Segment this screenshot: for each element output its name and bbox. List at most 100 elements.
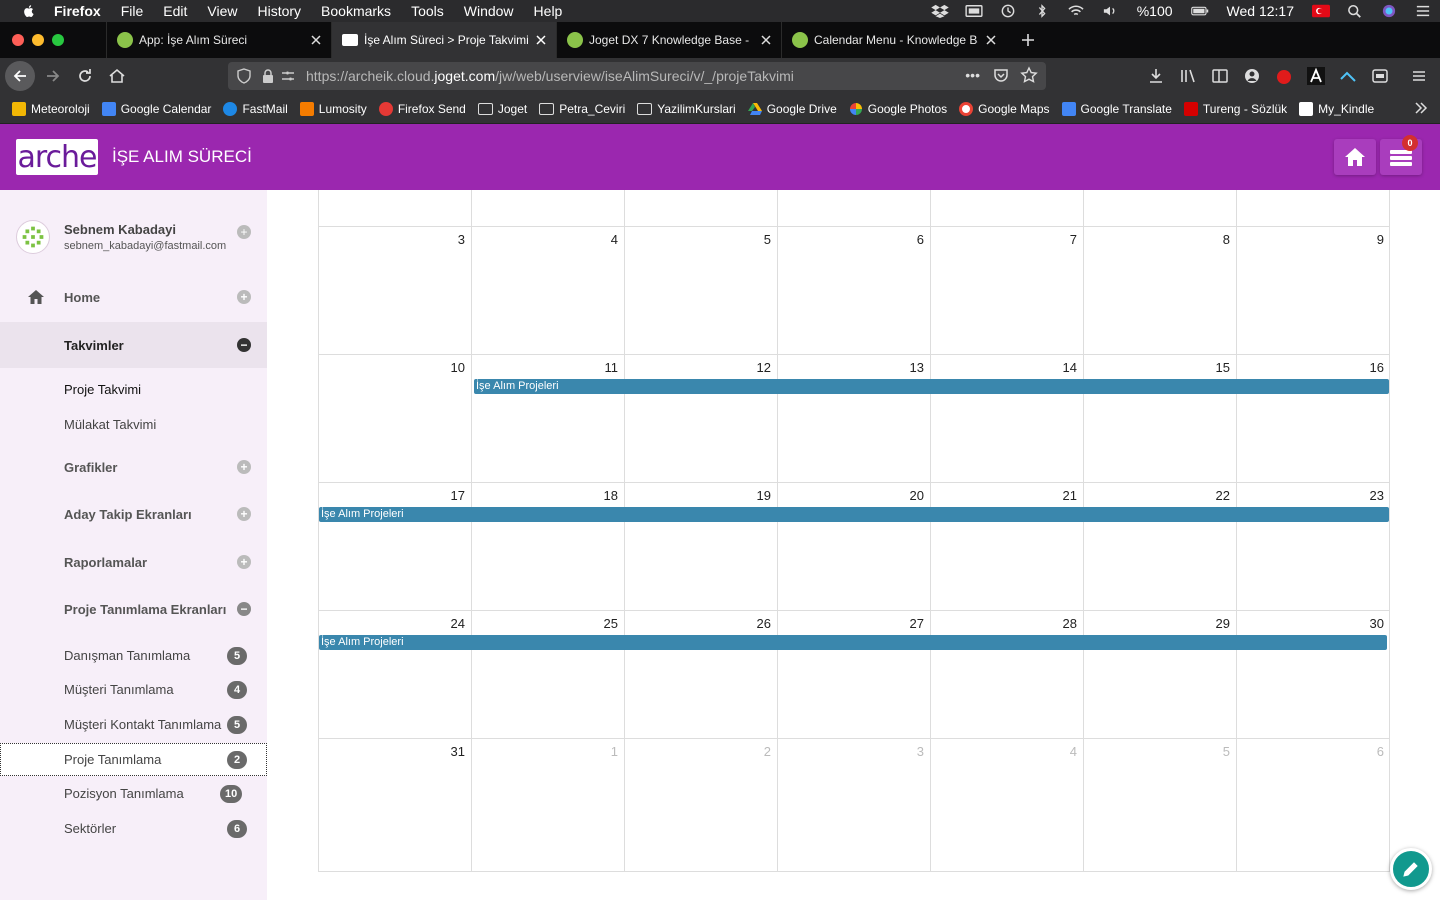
- calendar-day-cell[interactable]: 1: [472, 739, 625, 872]
- close-tab-icon[interactable]: [534, 33, 548, 47]
- calendar-event[interactable]: İşe Alım Projeleri: [319, 507, 1389, 522]
- permissions-icon[interactable]: [280, 68, 296, 84]
- avatar[interactable]: [16, 220, 50, 254]
- hamburger-menu-icon[interactable]: [1410, 67, 1428, 85]
- day-number[interactable]: 9: [1377, 232, 1384, 247]
- expand-icon[interactable]: +: [237, 555, 251, 569]
- sidebar-item-musteri-kontakt-tanimlama[interactable]: Müşteri Kontakt Tanımlama 5: [0, 708, 267, 742]
- day-number[interactable]: 5: [1223, 744, 1230, 759]
- bookmark-folder-joget[interactable]: Joget: [477, 102, 527, 116]
- calendar-day-cell[interactable]: 5: [1084, 739, 1237, 872]
- sidebar-item-proje-takvimi[interactable]: Proje Takvimi: [0, 373, 267, 407]
- header-menu-button[interactable]: 0: [1380, 135, 1422, 175]
- day-number[interactable]: 4: [1070, 744, 1077, 759]
- day-number[interactable]: 21: [1063, 488, 1077, 503]
- siri-icon[interactable]: [1380, 4, 1398, 18]
- close-tab-icon[interactable]: [759, 33, 773, 47]
- expand-icon[interactable]: +: [237, 507, 251, 521]
- calendar-day-cell[interactable]: 3: [778, 739, 931, 872]
- day-number[interactable]: 24: [451, 616, 465, 631]
- forward-button[interactable]: [39, 62, 67, 90]
- lock-icon[interactable]: [260, 68, 276, 84]
- calendar-day-cell[interactable]: [319, 190, 472, 226]
- app-title[interactable]: İŞE ALIM SÜRECİ: [112, 147, 252, 167]
- downloads-icon[interactable]: [1147, 67, 1165, 85]
- bookmark-fastmail[interactable]: FastMail: [223, 101, 288, 116]
- user-profile[interactable]: Sebnem Kabadayi sebnem_kabadayi@fastmail…: [16, 216, 256, 266]
- calendar-day-cell[interactable]: 28: [931, 611, 1084, 738]
- bookmark-google-maps[interactable]: Google Maps: [959, 101, 1050, 116]
- calendar-day-cell[interactable]: 23: [1237, 483, 1390, 610]
- sidebar-toggle-icon[interactable]: [1211, 67, 1229, 85]
- tab-app-ise-alim[interactable]: App: İşe Alım Süreci: [106, 22, 331, 58]
- calendar-day-cell[interactable]: 8: [1084, 227, 1237, 354]
- clock[interactable]: Wed 12:17: [1227, 3, 1294, 19]
- chevron-double-right-icon[interactable]: [1414, 101, 1428, 115]
- sidebar-group-grafikler[interactable]: Grafikler +: [0, 444, 267, 490]
- day-number[interactable]: 8: [1223, 232, 1230, 247]
- reload-button[interactable]: [71, 62, 99, 90]
- volume-icon[interactable]: [1101, 4, 1119, 18]
- profile-expand-icon[interactable]: +: [237, 225, 251, 239]
- spotlight-search-icon[interactable]: [1346, 4, 1364, 18]
- bookmark-google-drive[interactable]: Google Drive: [747, 102, 837, 116]
- battery-icon[interactable]: [1190, 4, 1209, 18]
- expand-icon[interactable]: +: [237, 460, 251, 474]
- day-number[interactable]: 22: [1216, 488, 1230, 503]
- tab-proje-takvimi[interactable]: İşe Alım Süreci > Proje Takvimi: [331, 22, 556, 58]
- collapse-icon[interactable]: −: [237, 602, 251, 616]
- day-number[interactable]: 16: [1370, 360, 1384, 375]
- calendar-day-cell[interactable]: 10: [319, 355, 472, 482]
- edit-fab-button[interactable]: [1390, 848, 1432, 890]
- day-number[interactable]: 31: [451, 744, 465, 759]
- day-number[interactable]: 11: [605, 360, 619, 375]
- notification-center-icon[interactable]: [1414, 4, 1432, 18]
- calendar-day-cell[interactable]: 15: [1084, 355, 1237, 482]
- new-tab-button[interactable]: [1014, 26, 1042, 54]
- arche-logo[interactable]: arche: [16, 139, 98, 175]
- sidebar-item-home[interactable]: Home +: [0, 274, 267, 320]
- tab-joget-kb[interactable]: Joget DX 7 Knowledge Base - K: [556, 22, 781, 58]
- account-icon[interactable]: [1243, 67, 1261, 85]
- calendar-day-cell[interactable]: 18: [472, 483, 625, 610]
- day-number[interactable]: 3: [917, 744, 924, 759]
- day-number[interactable]: 5: [764, 232, 771, 247]
- calendar-day-cell[interactable]: 6: [778, 227, 931, 354]
- calendar-day-cell[interactable]: 4: [931, 739, 1084, 872]
- bookmark-firefox-send[interactable]: Firefox Send: [378, 101, 466, 116]
- calendar-day-cell[interactable]: 12: [625, 355, 778, 482]
- bookmark-google-calendar[interactable]: Google Calendar: [101, 101, 211, 116]
- sidebar-item-proje-tanimlama[interactable]: Proje Tanımlama 2: [0, 743, 267, 776]
- bookmark-google-translate[interactable]: Google Translate: [1061, 101, 1172, 116]
- calendar-day-cell[interactable]: 17: [319, 483, 472, 610]
- calendar-day-cell[interactable]: 29: [1084, 611, 1237, 738]
- header-home-button[interactable]: [1334, 139, 1376, 175]
- wifi-icon[interactable]: [1067, 4, 1085, 18]
- day-number[interactable]: 1: [611, 744, 618, 759]
- app-menu-firefox[interactable]: Firefox: [54, 3, 101, 19]
- calendar-day-cell[interactable]: [778, 190, 931, 226]
- calendar-day-cell[interactable]: 27: [778, 611, 931, 738]
- sidebar-item-musteri-tanimlama[interactable]: Müşteri Tanımlama 4: [0, 673, 267, 707]
- day-number[interactable]: 3: [458, 232, 465, 247]
- day-number[interactable]: 23: [1370, 488, 1384, 503]
- bookmark-lumosity[interactable]: Lumosity: [299, 101, 367, 116]
- extension-red-icon[interactable]: [1275, 67, 1293, 85]
- calendar-day-cell[interactable]: 22: [1084, 483, 1237, 610]
- day-number[interactable]: 18: [604, 488, 618, 503]
- calendar-day-cell[interactable]: 4: [472, 227, 625, 354]
- menu-view[interactable]: View: [207, 3, 237, 19]
- sidebar-group-raporlamalar[interactable]: Raporlamalar +: [0, 539, 267, 585]
- calendar-day-cell[interactable]: 3: [319, 227, 472, 354]
- day-number[interactable]: 12: [757, 360, 771, 375]
- dropbox-icon[interactable]: [930, 4, 949, 18]
- day-number[interactable]: 4: [611, 232, 618, 247]
- tab-calendar-menu[interactable]: Calendar Menu - Knowledge Ba: [781, 22, 1006, 58]
- bookmark-folder-yazilimkurslari[interactable]: YazilimKurslari: [637, 102, 736, 116]
- expand-icon[interactable]: +: [237, 290, 251, 304]
- sidebar-group-proje-tanimlama[interactable]: Proje Tanımlama Ekranları −: [0, 586, 267, 632]
- page-actions-button[interactable]: •••: [965, 67, 980, 83]
- day-number[interactable]: 28: [1063, 616, 1077, 631]
- day-number[interactable]: 17: [451, 488, 465, 503]
- extension-ruler-icon[interactable]: [1339, 67, 1357, 85]
